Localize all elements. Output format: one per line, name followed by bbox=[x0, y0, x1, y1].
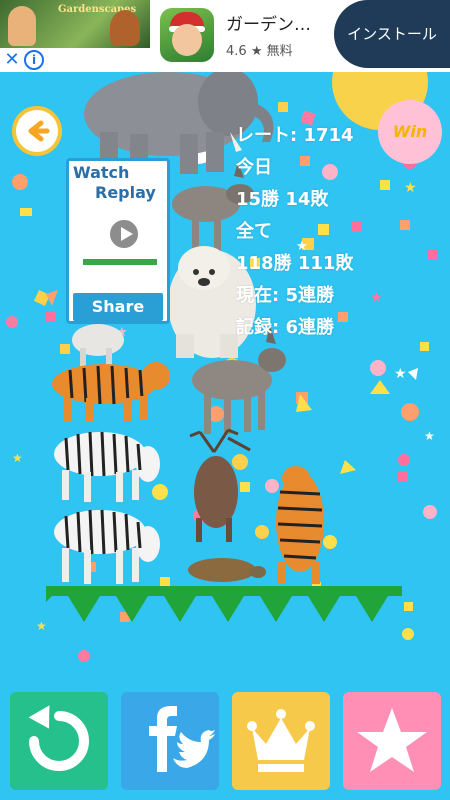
replay-title-line1: Watch bbox=[73, 163, 130, 182]
all-record: 118勝 111敗 bbox=[236, 253, 354, 274]
ranking-button[interactable] bbox=[232, 692, 330, 790]
svg-text:★: ★ bbox=[424, 429, 435, 443]
facebook-twitter-icon bbox=[149, 706, 215, 772]
tiger-left bbox=[52, 362, 170, 422]
play-icon[interactable] bbox=[107, 217, 141, 251]
back-button[interactable] bbox=[12, 106, 62, 156]
ad-thumbnail[interactable]: Gardenscapes bbox=[0, 0, 150, 48]
replay-title: Watch Replay bbox=[73, 163, 169, 203]
svg-text:★: ★ bbox=[370, 290, 383, 306]
arrow-left-icon bbox=[28, 120, 50, 142]
character-face bbox=[172, 24, 202, 56]
replay-title-line2: Replay bbox=[95, 183, 156, 202]
ad-rating-value: 4.6 bbox=[226, 44, 247, 59]
current-streak: 現在: 5連勝 bbox=[236, 285, 334, 306]
bottom-toolbar bbox=[0, 692, 450, 800]
rate-app-button[interactable] bbox=[343, 692, 441, 790]
turtle bbox=[188, 558, 266, 582]
goat bbox=[72, 324, 124, 366]
svg-text:★: ★ bbox=[36, 619, 47, 633]
svg-text:★: ★ bbox=[394, 366, 407, 382]
win-badge: Win bbox=[378, 100, 442, 164]
retry-button[interactable] bbox=[10, 692, 108, 790]
rate-value: レート: 1714 bbox=[236, 125, 354, 146]
ad-info-icon[interactable]: i bbox=[24, 50, 44, 70]
ad-close-icon[interactable]: ✕ bbox=[2, 50, 22, 70]
ad-character-dog bbox=[110, 10, 140, 46]
svg-text:★: ★ bbox=[12, 451, 23, 465]
ad-app-icon[interactable] bbox=[160, 8, 214, 62]
retry-icon bbox=[28, 705, 89, 771]
share-button[interactable]: Share bbox=[73, 293, 163, 321]
crown-icon bbox=[247, 709, 315, 772]
ad-rating: 4.6 ★ 無料 bbox=[226, 40, 293, 59]
all-label: 全て bbox=[236, 221, 272, 242]
replay-thumbnail[interactable] bbox=[77, 207, 163, 271]
zebra-lower bbox=[54, 509, 160, 584]
stats-panel: レート: 1714 今日 15勝 14敗 全て 118勝 111敗 現在: 5連… bbox=[236, 120, 354, 344]
ad-character-left bbox=[8, 6, 36, 46]
social-share-button[interactable] bbox=[121, 692, 219, 790]
ad-banner[interactable]: Gardenscapes ✕ i ガーデン… 4.6 ★ 無料 インストール bbox=[0, 0, 450, 72]
zebra-upper bbox=[54, 431, 160, 502]
rating-star-icon: ★ bbox=[250, 44, 263, 59]
ad-price: 無料 bbox=[266, 44, 293, 59]
today-label: 今日 bbox=[236, 157, 272, 178]
star-icon bbox=[357, 708, 427, 772]
ground-platform bbox=[46, 586, 402, 622]
svg-text:★: ★ bbox=[404, 180, 417, 196]
best-streak: 記録: 6連勝 bbox=[236, 317, 334, 338]
ad-install-button[interactable]: インストール bbox=[334, 0, 450, 68]
today-record: 15勝 14敗 bbox=[236, 189, 329, 210]
ad-app-title[interactable]: ガーデン… bbox=[226, 10, 311, 35]
watch-replay-card[interactable]: Watch Replay Share bbox=[66, 158, 170, 324]
tiger-right bbox=[276, 466, 324, 584]
replay-grass bbox=[83, 259, 157, 265]
